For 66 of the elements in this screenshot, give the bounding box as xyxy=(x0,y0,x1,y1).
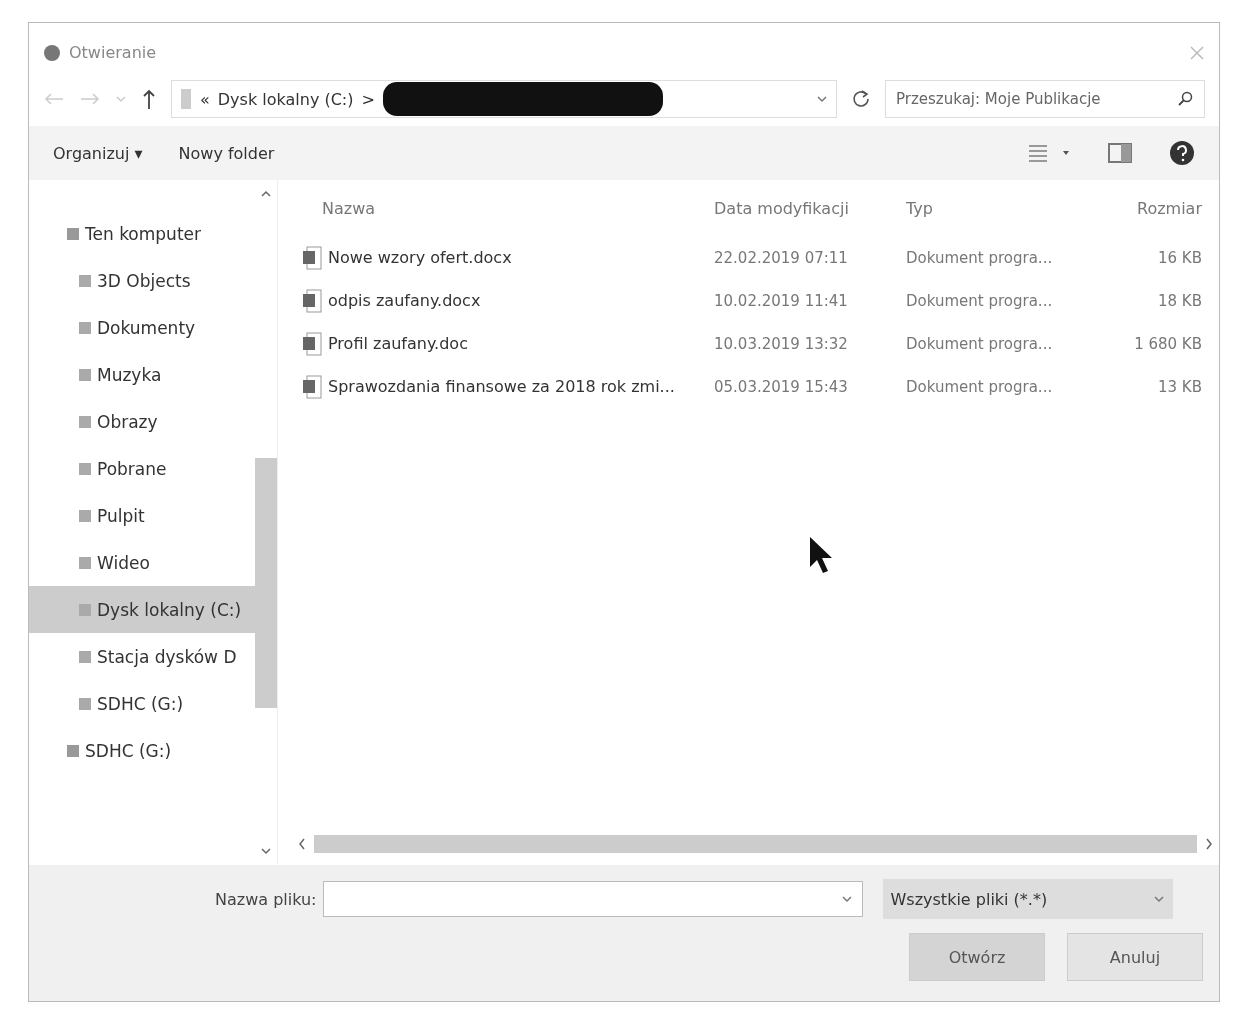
breadcrumb[interactable]: « xyxy=(200,89,210,109)
sidebar-item[interactable]: SDHC (G:) xyxy=(29,680,255,727)
sidebar-item[interactable]: Muzyka xyxy=(29,351,255,398)
preview-pane-icon[interactable] xyxy=(1107,142,1133,164)
file-name[interactable]: Sprawozdania finansowe za 2018 rok zmi... xyxy=(328,377,675,396)
scroll-left-icon[interactable] xyxy=(298,838,306,850)
sidebar-item[interactable]: Obrazy xyxy=(29,398,255,445)
scrollbar-thumb[interactable] xyxy=(314,835,1197,853)
table-cell-text: 05.03.2019 15:43 xyxy=(713,377,849,396)
column-header[interactable]: Data modyfikacji xyxy=(708,198,898,218)
table-cell-text: 18 KB xyxy=(1157,291,1203,310)
chevron-down-icon[interactable] xyxy=(840,895,853,903)
table-cell-text: 13 KB xyxy=(1157,377,1203,396)
breadcrumb[interactable]: > xyxy=(361,89,375,109)
chevron-down-icon xyxy=(1152,895,1165,903)
window-title: Otwieranie xyxy=(69,43,157,62)
help-icon[interactable] xyxy=(1169,140,1195,166)
dialog-button[interactable]: Anuluj xyxy=(1067,933,1203,981)
sidebar-item[interactable]: Pulpit xyxy=(29,492,255,539)
document-icon xyxy=(302,331,322,356)
sidebar-item[interactable]: Wideo xyxy=(29,539,255,586)
sidebar-item[interactable]: Pobrane xyxy=(29,445,255,492)
file-name[interactable]: Nowe wzory ofert.docx xyxy=(328,248,512,267)
app-icon xyxy=(43,43,61,62)
table-cell-text: 10.03.2019 13:32 xyxy=(713,334,849,353)
document-icon xyxy=(302,288,322,313)
table-cell-text: 1 680 KB xyxy=(1133,334,1203,353)
sidebar-item[interactable]: Dysk lokalny (C:) xyxy=(29,586,255,633)
table-cell-text: Dokument progra... xyxy=(905,334,1054,353)
sidebar-item[interactable]: 3D Objects xyxy=(29,257,255,304)
document-icon xyxy=(302,374,322,399)
table-cell-text: 10.02.2019 11:41 xyxy=(713,291,849,310)
dialog-button[interactable]: Otwórz xyxy=(909,933,1045,981)
chevron-down-icon[interactable] xyxy=(816,95,828,103)
sidebar-item[interactable]: Stacja dysków D xyxy=(29,633,255,680)
up-arrow-icon[interactable] xyxy=(141,88,157,110)
column-header[interactable]: Rozmiar xyxy=(1088,198,1208,218)
filename-field[interactable] xyxy=(322,881,863,917)
toolbar-button[interactable]: Organizuj ▾ xyxy=(53,143,143,163)
sidebar-item[interactable]: SDHC (G:) xyxy=(29,727,255,774)
table-cell-text: Dokument progra... xyxy=(905,377,1054,396)
table-cell-text: 16 KB xyxy=(1157,248,1203,267)
sidebar-item[interactable]: Ten komputer xyxy=(29,210,255,257)
document-icon xyxy=(302,245,322,270)
search-field[interactable]: Przeszukaj: Moje Publikacje xyxy=(885,80,1205,118)
file-type-dropdown[interactable]: Wszystkie pliki (*.*) xyxy=(882,879,1173,919)
scroll-right-icon[interactable] xyxy=(1205,838,1213,850)
mouse-pointer-icon xyxy=(808,535,834,575)
scroll-down-icon[interactable] xyxy=(261,847,271,855)
file-name[interactable]: Profil zaufany.doc xyxy=(328,334,468,353)
sidebar-item[interactable]: Dokumenty xyxy=(29,304,255,351)
view-options-icon[interactable] xyxy=(1027,142,1071,164)
search-icon xyxy=(1177,91,1193,107)
scrollbar-thumb[interactable] xyxy=(255,458,277,708)
scroll-up-icon[interactable] xyxy=(261,190,271,198)
table-cell-text: Dokument progra... xyxy=(905,248,1054,267)
refresh-icon[interactable] xyxy=(851,89,871,109)
breadcrumb[interactable]: Dysk lokalny (C:) xyxy=(217,89,354,109)
column-header[interactable]: Typ xyxy=(898,198,1088,218)
toolbar-button[interactable]: Nowy folder xyxy=(178,143,275,163)
file-name[interactable]: odpis zaufany.docx xyxy=(328,291,481,310)
table-cell-text: 22.02.2019 07:11 xyxy=(713,248,849,267)
field-label: Nazwa pliku: xyxy=(215,889,317,909)
address-bar[interactable]: « Dysk lokalny (C:) > xyxy=(171,80,837,118)
table-cell-text: Dokument progra... xyxy=(905,291,1054,310)
column-header[interactable]: Nazwa xyxy=(298,198,708,218)
